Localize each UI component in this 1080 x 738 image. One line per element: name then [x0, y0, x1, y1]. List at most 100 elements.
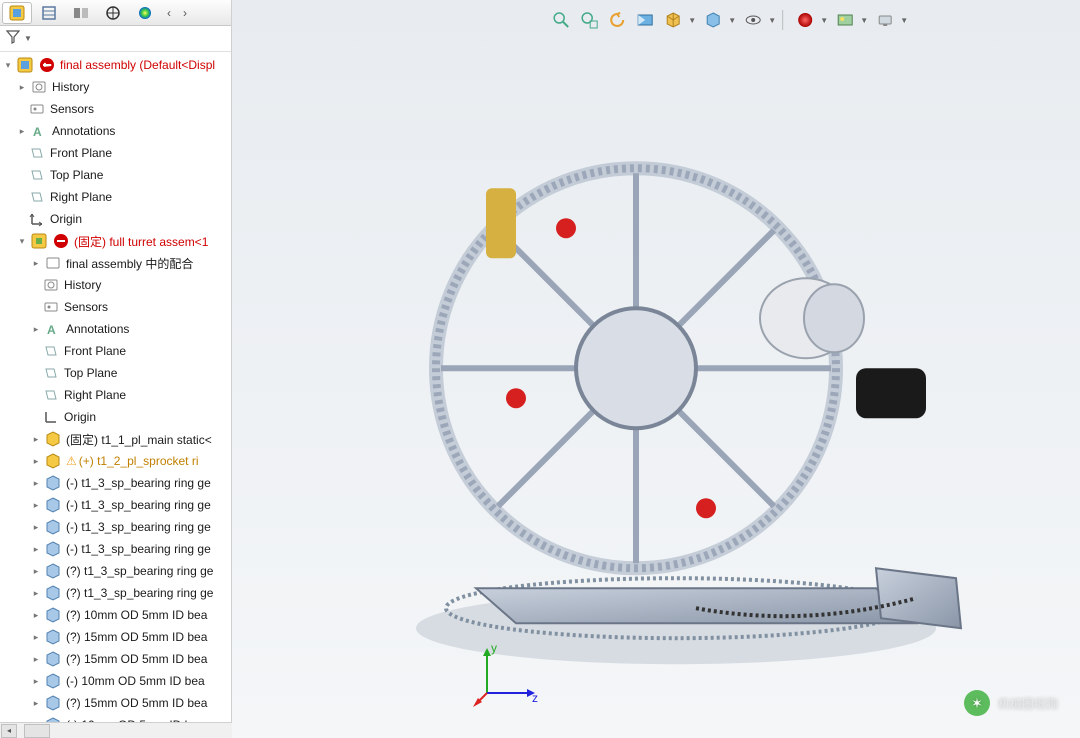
annotations-icon: A — [44, 321, 62, 337]
expand-icon[interactable]: ▸ — [30, 455, 42, 467]
tree-label: (-) t1_3_sp_bearing ring ge — [66, 476, 211, 490]
tree-part[interactable]: ▸ (?) t1_3_sp_bearing ring ge — [0, 560, 231, 582]
scroll-thumb[interactable] — [24, 724, 50, 738]
previous-view-icon[interactable] — [604, 8, 630, 32]
tree-label: (-) t1_3_sp_bearing ring ge — [66, 498, 211, 512]
tree-item-right-plane[interactable]: Right Plane — [0, 384, 231, 406]
expand-icon[interactable]: ▸ — [30, 499, 42, 511]
mates-folder-icon — [44, 255, 62, 271]
part-icon — [44, 629, 62, 645]
assembly-icon — [16, 57, 34, 73]
scroll-left-icon[interactable]: ◂ — [1, 724, 17, 738]
tab-feature-tree[interactable] — [2, 2, 32, 24]
part-icon — [44, 453, 62, 469]
orientation-triad[interactable]: y z — [472, 638, 542, 708]
filter-dropdown-icon[interactable]: ▼ — [24, 34, 32, 43]
expand-icon[interactable]: ▸ — [30, 587, 42, 599]
tab-overflow-left[interactable]: ‹ — [162, 2, 176, 24]
expand-icon[interactable]: ▸ — [30, 323, 42, 335]
tree-label: Sensors — [50, 102, 94, 116]
view-settings-icon[interactable] — [872, 8, 898, 32]
tree-part[interactable]: ▸(?) t1_3_sp_bearing ring ge — [0, 582, 231, 604]
tree-item-annotations[interactable]: ▸ A Annotations — [0, 318, 231, 340]
tab-display-mgr[interactable] — [130, 2, 160, 24]
dropdown-icon[interactable]: ▼ — [900, 16, 910, 25]
tree-root-assembly[interactable]: ▾ final assembly (Default<Displ — [0, 54, 231, 76]
tree-part[interactable]: ▸ (-) t1_3_sp_bearing ring ge — [0, 494, 231, 516]
expand-icon[interactable]: ▸ — [30, 521, 42, 533]
part-icon — [44, 541, 62, 557]
tree-item-annotations[interactable]: ▸ A Annotations — [0, 120, 231, 142]
tree-label: (固定) full turret assem<1 — [74, 233, 208, 250]
expand-icon[interactable]: ▸ — [30, 675, 42, 687]
tree-label: (?) 15mm OD 5mm ID bea — [66, 652, 207, 666]
edit-appearance-icon[interactable] — [792, 8, 818, 32]
tree-part[interactable]: ▸(-) t1_3_sp_bearing ring ge — [0, 516, 231, 538]
expand-icon[interactable]: ▸ — [30, 433, 42, 445]
display-style-icon[interactable] — [700, 8, 726, 32]
tab-dimxpert[interactable] — [98, 2, 128, 24]
hide-show-items-icon[interactable] — [740, 8, 766, 32]
tab-overflow-right[interactable]: › — [178, 2, 192, 24]
tree-item-sensors[interactable]: Sensors — [0, 296, 231, 318]
tree-item-history[interactable]: History — [0, 274, 231, 296]
tree-label: Top Plane — [64, 366, 117, 380]
tree-subassembly[interactable]: ▾ (固定) full turret assem<1 — [0, 230, 231, 252]
tree-part-warning[interactable]: ▸ ⚠ (+) t1_2_pl_sprocket ri — [0, 450, 231, 472]
tree-part[interactable]: ▸ (固定) t1_1_pl_main static< — [0, 428, 231, 450]
history-icon — [30, 79, 48, 95]
part-icon — [44, 607, 62, 623]
tree-item-right-plane[interactable]: Right Plane — [0, 186, 231, 208]
expand-icon[interactable]: ▸ — [30, 565, 42, 577]
tree-part[interactable]: ▸ (-) t1_3_sp_bearing ring ge — [0, 538, 231, 560]
tree-label: Annotations — [66, 322, 129, 336]
expand-icon[interactable]: ▸ — [30, 609, 42, 621]
tree-label: Origin — [50, 212, 82, 226]
section-view-icon[interactable] — [632, 8, 658, 32]
expand-icon[interactable]: ▸ — [16, 81, 28, 93]
tree-part[interactable]: ▸(?) 10mm OD 5mm ID bea — [0, 604, 231, 626]
dropdown-icon[interactable]: ▼ — [820, 16, 830, 25]
tree-item-front-plane[interactable]: Front Plane — [0, 340, 231, 362]
tree-item-origin[interactable]: Origin — [0, 406, 231, 428]
filter-icon[interactable] — [6, 30, 20, 47]
zoom-to-fit-icon[interactable] — [548, 8, 574, 32]
view-orientation-icon[interactable] — [660, 8, 686, 32]
tree-item-origin[interactable]: Origin — [0, 208, 231, 230]
tree-part[interactable]: ▸(?) 15mm OD 5mm ID bea — [0, 692, 231, 714]
tree-item-mates[interactable]: ▸ final assembly 中的配合 — [0, 252, 231, 274]
tree-item-sensors[interactable]: Sensors — [0, 98, 231, 120]
tab-property-mgr[interactable] — [34, 2, 64, 24]
tree-part[interactable]: ▸(-) 10mm OD 5mm ID bea — [0, 670, 231, 692]
tree-label: (?) t1_3_sp_bearing ring ge — [66, 564, 213, 578]
feature-tree[interactable]: ▾ final assembly (Default<Displ ▸ Histor… — [0, 52, 231, 738]
tree-item-history[interactable]: ▸ History — [0, 76, 231, 98]
expand-icon[interactable]: ▸ — [30, 477, 42, 489]
apply-scene-icon[interactable] — [832, 8, 858, 32]
expand-icon[interactable]: ▸ — [30, 631, 42, 643]
zoom-to-area-icon[interactable] — [576, 8, 602, 32]
tree-part[interactable]: ▸ (-) t1_3_sp_bearing ring ge — [0, 472, 231, 494]
dropdown-icon[interactable]: ▼ — [728, 16, 738, 25]
tree-item-top-plane[interactable]: Top Plane — [0, 362, 231, 384]
tree-part[interactable]: ▸(?) 15mm OD 5mm ID bea — [0, 626, 231, 648]
tree-part[interactable]: ▸ (?) 15mm OD 5mm ID bea — [0, 648, 231, 670]
expand-icon[interactable]: ▸ — [16, 125, 28, 137]
svg-text:A: A — [47, 323, 56, 337]
tree-label: (-) t1_3_sp_bearing ring ge — [66, 542, 211, 556]
sensors-icon — [28, 101, 46, 117]
collapse-icon[interactable]: ▾ — [2, 59, 14, 71]
tab-configuration-mgr[interactable] — [66, 2, 96, 24]
dropdown-icon[interactable]: ▼ — [860, 16, 870, 25]
collapse-icon[interactable]: ▾ — [16, 235, 28, 247]
dropdown-icon[interactable]: ▼ — [768, 16, 778, 25]
expand-icon[interactable]: ▸ — [30, 543, 42, 555]
graphics-viewport[interactable]: ▼ ▼ ▼ ▼ ▼ ▼ — [232, 0, 1080, 738]
tree-item-front-plane[interactable]: Front Plane — [0, 142, 231, 164]
dropdown-icon[interactable]: ▼ — [688, 16, 698, 25]
expand-icon[interactable]: ▸ — [30, 697, 42, 709]
tree-label: (+) t1_2_pl_sprocket ri — [79, 454, 199, 468]
tree-item-top-plane[interactable]: Top Plane — [0, 164, 231, 186]
expand-icon[interactable]: ▸ — [30, 653, 42, 665]
expand-icon[interactable]: ▸ — [30, 257, 42, 269]
